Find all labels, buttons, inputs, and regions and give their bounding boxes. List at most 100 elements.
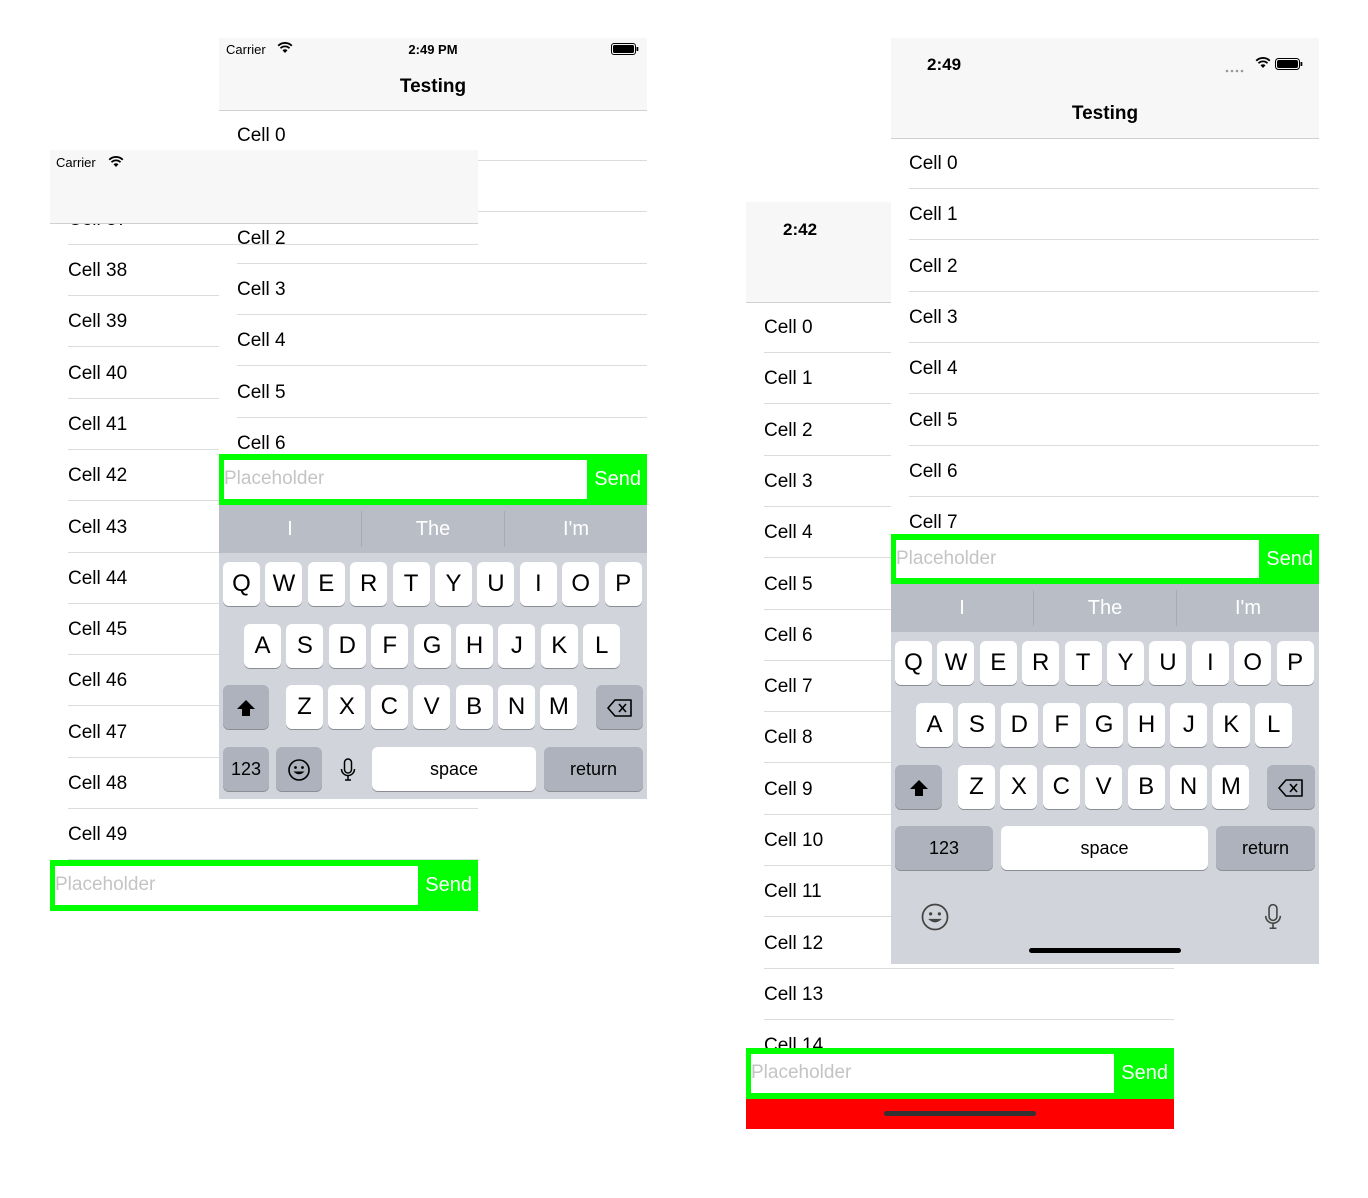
letter-key[interactable]: J	[1170, 703, 1208, 747]
list-item[interactable]: Cell 4	[219, 315, 647, 367]
cell-label: Cell 49	[68, 824, 128, 846]
send-button[interactable]: Send	[1121, 1048, 1168, 1099]
list-item[interactable]: Cell 0	[891, 138, 1319, 189]
letter-key[interactable]: Q	[223, 562, 260, 606]
letter-key[interactable]: D	[1000, 703, 1038, 747]
list-item[interactable]: Cell 1	[891, 189, 1319, 241]
letter-key[interactable]: M	[1212, 765, 1250, 809]
letter-key[interactable]: P	[1276, 641, 1314, 685]
letter-key[interactable]: G	[413, 624, 451, 668]
letter-key[interactable]: P	[604, 562, 642, 606]
shift-key[interactable]	[223, 685, 269, 729]
letter-key[interactable]: N	[498, 685, 535, 729]
cell-label: Cell 45	[68, 619, 128, 641]
letter-key[interactable]: R	[350, 562, 388, 606]
list-item[interactable]: Cell 6	[891, 446, 1319, 497]
dictation-button[interactable]	[1264, 902, 1282, 937]
message-input[interactable]: Placeholder	[224, 460, 587, 499]
prediction-item[interactable]: I	[219, 505, 361, 553]
letter-key[interactable]: T	[1064, 641, 1102, 685]
cell-separator	[68, 244, 478, 245]
letter-key[interactable]: B	[1127, 765, 1165, 809]
prediction-item[interactable]: I'm	[505, 505, 647, 553]
letter-key[interactable]: Y	[1107, 641, 1144, 685]
letter-key[interactable]: Y	[435, 562, 472, 606]
letter-key[interactable]: A	[244, 624, 281, 668]
letter-key[interactable]: G	[1085, 703, 1123, 747]
letter-key[interactable]: D	[328, 624, 366, 668]
letter-key[interactable]: Z	[958, 765, 995, 809]
send-button[interactable]: Send	[425, 860, 472, 911]
home-indicator[interactable]	[884, 1111, 1036, 1116]
emoji-key[interactable]	[276, 747, 322, 791]
send-button[interactable]: Send	[594, 454, 641, 505]
letter-key[interactable]: R	[1022, 641, 1060, 685]
letter-key[interactable]: X	[328, 685, 366, 729]
prediction-item[interactable]: The	[362, 505, 504, 553]
battery-icon	[611, 42, 639, 60]
letter-key[interactable]: L	[1255, 703, 1293, 747]
letter-key[interactable]: X	[1000, 765, 1038, 809]
message-input[interactable]: Placeholder	[751, 1054, 1114, 1093]
letter-key[interactable]: W	[265, 562, 303, 606]
safe-area-inset	[746, 1099, 1174, 1129]
letter-key[interactable]: H	[1128, 703, 1165, 747]
list-item[interactable]: Cell 3	[891, 292, 1319, 343]
list-item[interactable]: Cell 3	[219, 264, 647, 315]
backspace-key[interactable]	[1267, 765, 1315, 809]
space-key[interactable]: space	[372, 747, 536, 791]
list-item[interactable]: Cell 4	[891, 343, 1319, 395]
numbers-key[interactable]: 123	[223, 747, 269, 791]
backspace-key[interactable]	[596, 685, 643, 729]
letter-key[interactable]: I	[519, 562, 557, 606]
list-item[interactable]: Cell 49	[50, 809, 478, 861]
microphone-icon	[340, 757, 356, 781]
letter-key[interactable]: S	[286, 624, 324, 668]
letter-key[interactable]: Q	[895, 641, 932, 685]
letter-key[interactable]: V	[413, 685, 451, 729]
letter-key[interactable]: B	[455, 685, 493, 729]
letter-key[interactable]: U	[1149, 641, 1187, 685]
letter-key[interactable]: C	[1042, 765, 1080, 809]
letter-key[interactable]: V	[1085, 765, 1123, 809]
letter-key[interactable]: T	[392, 562, 430, 606]
message-input[interactable]: Placeholder	[896, 540, 1259, 578]
prediction-item[interactable]: The	[1034, 584, 1176, 632]
message-input[interactable]: Placeholder	[55, 866, 418, 905]
letter-key[interactable]: N	[1170, 765, 1207, 809]
list-item[interactable]: Cell 5	[891, 395, 1319, 446]
letter-key[interactable]: Z	[286, 685, 323, 729]
letter-key[interactable]: E	[307, 562, 345, 606]
letter-key[interactable]: E	[979, 641, 1017, 685]
letter-key[interactable]: O	[1234, 641, 1272, 685]
space-key[interactable]: space	[1001, 826, 1208, 870]
emoji-button[interactable]	[920, 902, 950, 937]
list-item[interactable]: Cell 13	[746, 969, 1174, 1020]
send-button[interactable]: Send	[1266, 534, 1313, 584]
numbers-key[interactable]: 123	[895, 826, 993, 870]
letter-key[interactable]: L	[583, 624, 621, 668]
letter-key[interactable]: K	[540, 624, 578, 668]
shift-key[interactable]	[895, 765, 942, 809]
letter-key[interactable]: C	[370, 685, 408, 729]
letter-key[interactable]: F	[371, 624, 409, 668]
list-item[interactable]: Cell 5	[219, 367, 647, 418]
letter-key[interactable]: M	[540, 685, 578, 729]
letter-key[interactable]: W	[937, 641, 975, 685]
return-key[interactable]: return	[544, 747, 643, 791]
return-key[interactable]: return	[1216, 826, 1315, 870]
letter-key[interactable]: J	[498, 624, 536, 668]
prediction-item[interactable]: I	[891, 584, 1033, 632]
list-item[interactable]: Cell 2	[891, 241, 1319, 292]
home-indicator[interactable]	[1029, 948, 1181, 953]
letter-key[interactable]: I	[1191, 641, 1229, 685]
prediction-item[interactable]: I'm	[1177, 584, 1319, 632]
letter-key[interactable]: H	[456, 624, 493, 668]
letter-key[interactable]: U	[477, 562, 515, 606]
letter-key[interactable]: F	[1043, 703, 1081, 747]
dictation-key[interactable]	[326, 747, 370, 791]
letter-key[interactable]: O	[562, 562, 600, 606]
letter-key[interactable]: K	[1212, 703, 1250, 747]
letter-key[interactable]: S	[958, 703, 996, 747]
letter-key[interactable]: A	[916, 703, 953, 747]
